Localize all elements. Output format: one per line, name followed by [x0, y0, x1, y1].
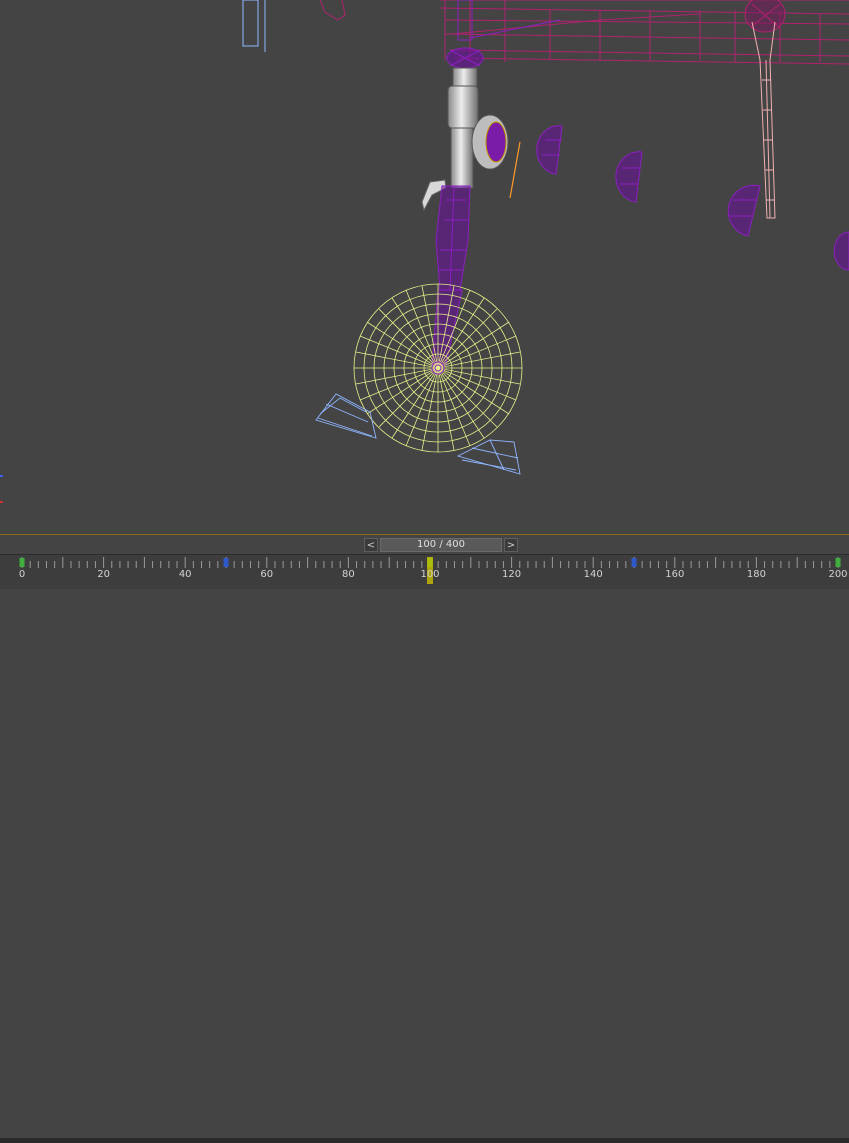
keyframe-marker[interactable]: [19, 558, 25, 567]
prev-frame-button[interactable]: <: [364, 538, 378, 552]
ruler-label: 80: [342, 569, 355, 580]
ruler-label: 180: [746, 569, 766, 580]
wheel-wireframe[interactable]: [353, 283, 523, 453]
keyframe-marker[interactable]: [631, 558, 637, 567]
perspective-viewport[interactable]: [0, 0, 849, 534]
next-frame-button[interactable]: >: [504, 538, 518, 552]
ruler-label: 140: [583, 569, 603, 580]
ruler-label: 200: [828, 569, 848, 580]
ruler-label: 20: [97, 569, 110, 580]
track-bar-ruler[interactable]: 0 20 40 60 80 100 120 140 160 180 200: [0, 554, 849, 1143]
viewport-scene[interactable]: [0, 0, 849, 534]
keyframe-marker[interactable]: [223, 558, 229, 567]
skid-right-wireframe[interactable]: [456, 439, 521, 475]
time-slider-bar: < 100 / 400 >: [0, 534, 849, 555]
time-slider-thumb[interactable]: 100 / 400: [380, 538, 502, 552]
axis-gizmo-marks: [0, 475, 3, 503]
ruler-label: 60: [260, 569, 274, 580]
orange-helper-line[interactable]: [509, 141, 521, 199]
ruler-label: 100: [420, 569, 440, 580]
hinge-wireframe[interactable]: [744, 0, 786, 33]
ruler-bottom-strip: [0, 1138, 849, 1143]
ruler-label: 120: [502, 569, 522, 580]
ruler-label: 0: [18, 569, 26, 580]
keyframe-marker[interactable]: [835, 558, 841, 567]
skid-left-wireframe[interactable]: [315, 393, 377, 439]
hinge-disks[interactable]: [536, 125, 849, 271]
ruler-label: 40: [178, 569, 192, 580]
helper-box-wireframe[interactable]: [242, 0, 266, 52]
ruler-label: 160: [665, 569, 685, 580]
